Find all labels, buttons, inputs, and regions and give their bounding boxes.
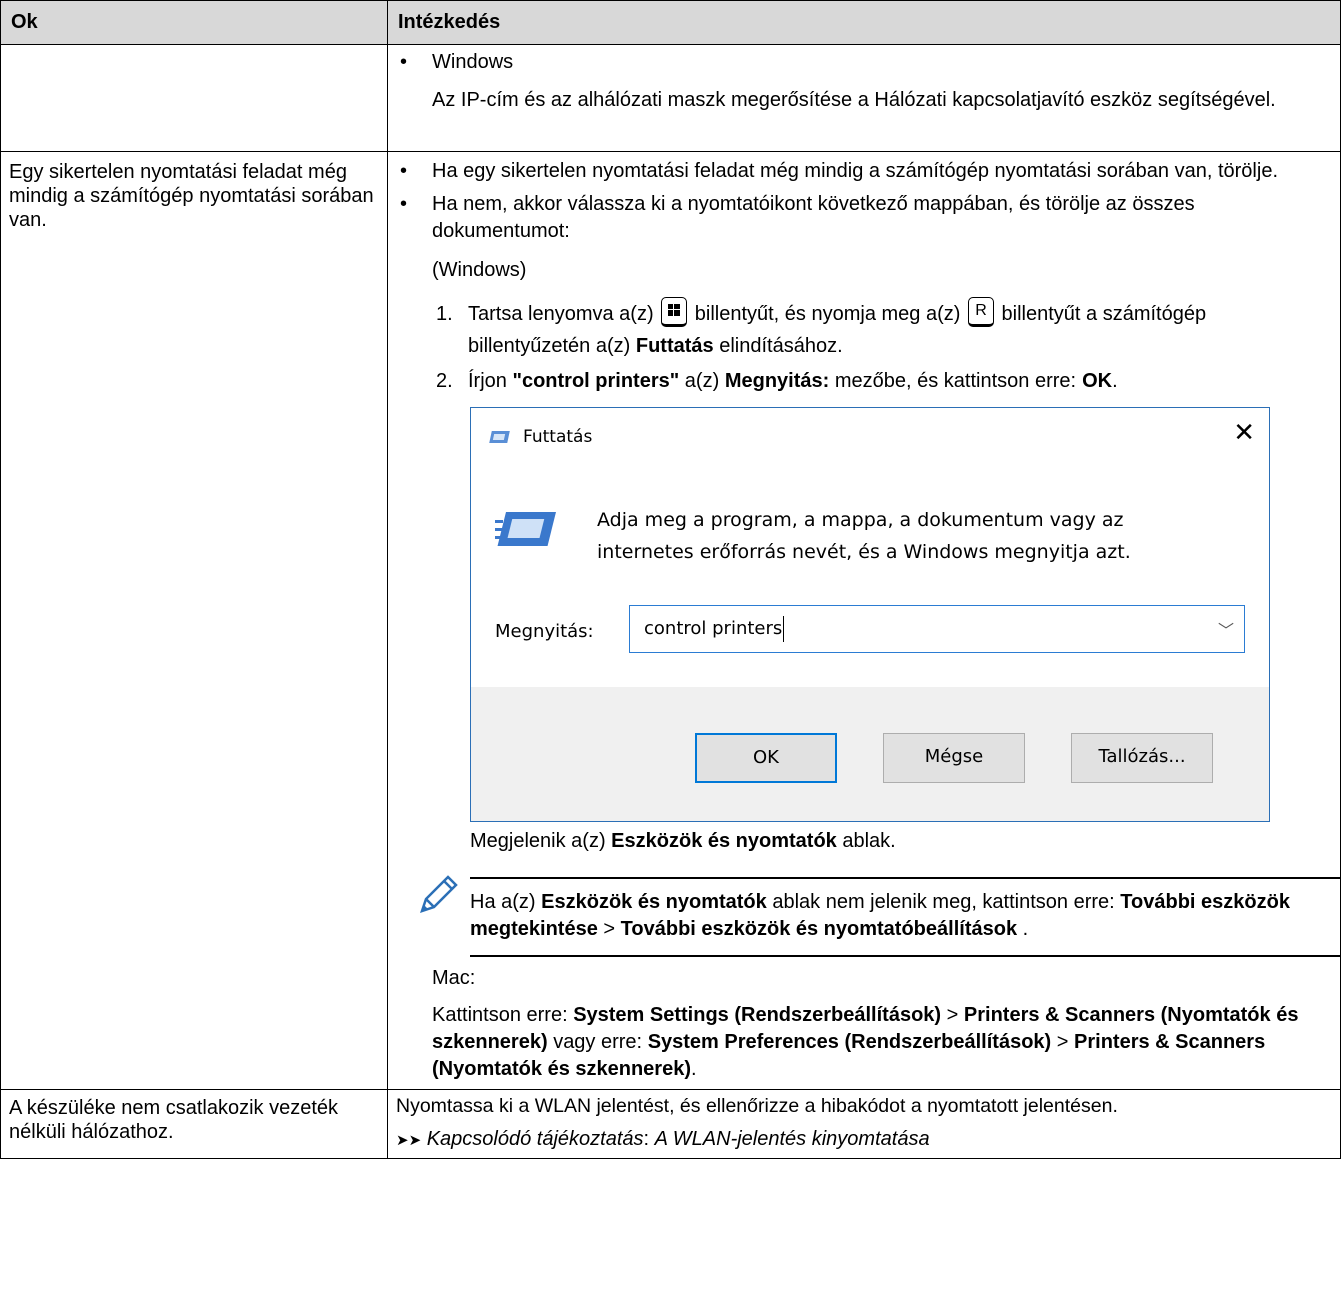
table-row: A készüléke nem csatlakozik vezeték nélk… xyxy=(0,1089,1341,1159)
related-info: ➤➤ Kapcsolódó tájékoztatás: A WLAN-jelen… xyxy=(396,1126,1340,1154)
step-1-number: 1. xyxy=(436,303,453,325)
table-row: Egy sikertelen nyomtatási feladat még mi… xyxy=(0,151,1341,1090)
note-bold-1: Eszközök és nyomtatók xyxy=(541,891,767,913)
dialog-message: Adja meg a program, a mappa, a dokumentu… xyxy=(597,504,1131,568)
windows-label: (Windows) xyxy=(432,259,527,281)
mac-label: Mac: xyxy=(432,967,476,989)
run-dialog-screenshot: Futtatás ✕ Adja meg a program, a mappa, … xyxy=(470,407,1270,822)
step-2-bold-3: OK xyxy=(1082,370,1113,392)
dialog-message-line-1: Adja meg a program, a mappa, a dokumentu… xyxy=(597,509,1124,531)
step-1-text-a: Tartsa lenyomva a(z) xyxy=(468,303,654,325)
mac-sep-2: > xyxy=(1056,1031,1069,1053)
row3-action: Nyomtassa ki a WLAN jelentést, és ellenő… xyxy=(387,1089,1341,1159)
note-bottom-line xyxy=(470,955,1340,957)
step-2-number: 2. xyxy=(436,370,453,392)
row1-cause xyxy=(0,44,388,152)
mac-end: . xyxy=(690,1058,697,1080)
ok-button[interactable]: OK xyxy=(695,733,837,783)
run-large-icon xyxy=(495,512,557,546)
related-info-arrows-icon: ➤➤ xyxy=(396,1132,422,1149)
mac-bold-3: System Preferences (Rendszerbeállítások) xyxy=(647,1031,1052,1053)
after-dialog-bold: Eszközök és nyomtatók xyxy=(611,830,837,852)
troubleshooting-table: Ok Intézkedés Windows Az IP-cím és az al… xyxy=(0,0,1341,1159)
note-b: ablak nem jelenik meg, kattintson erre: xyxy=(772,891,1115,913)
note-end: . xyxy=(1022,918,1029,940)
pencil-icon xyxy=(420,875,458,913)
row2-action: Ha egy sikertelen nyomtatási feladat még… xyxy=(387,151,1341,1090)
step-1-text-b: billentyűt, és nyomja meg a(z) xyxy=(694,303,961,325)
mac-text: Kattintson erre: System Settings (Rendsz… xyxy=(398,1002,1330,1083)
step-2-text-a: Írjon xyxy=(468,370,507,392)
step-1: 1. Tartsa lenyomva a(z) billentyűt, és n… xyxy=(398,296,1330,362)
step-2-bold-1: "control printers" xyxy=(512,370,680,392)
bullet-2: Ha nem, akkor válassza ki a nyomtatóikon… xyxy=(398,191,1330,245)
bullet-windows: Windows xyxy=(398,49,1330,76)
dialog-message-line-2: internetes erőforrás nevét, és a Windows… xyxy=(597,541,1131,563)
open-label: Megnyitás: xyxy=(495,621,594,642)
windows-key-icon xyxy=(661,296,688,327)
related-info-label: Kapcsolódó tájékoztatás xyxy=(426,1128,644,1150)
after-dialog-b: ablak. xyxy=(842,830,896,852)
note-box: Ha a(z) Eszközök és nyomtatók ablak nem … xyxy=(418,875,1340,957)
mac-bold-1: System Settings (Rendszerbeállítások) xyxy=(573,1004,942,1026)
open-input[interactable]: control printers ﹀ xyxy=(629,605,1245,653)
row3-text: Nyomtassa ki a WLAN jelentést, és ellenő… xyxy=(396,1095,1118,1117)
note-a: Ha a(z) xyxy=(470,891,536,913)
bullet-1: Ha egy sikertelen nyomtatási feladat még… xyxy=(398,158,1330,185)
r-key-icon: R xyxy=(967,296,994,327)
mac-sep-1: > xyxy=(946,1004,959,1026)
cancel-button[interactable]: Mégse xyxy=(883,733,1025,783)
row2-cause: Egy sikertelen nyomtatási feladat még mi… xyxy=(0,151,388,1090)
step-2-text-c: mezőbe, és kattintson erre: xyxy=(834,370,1077,392)
table-header-row: Ok Intézkedés xyxy=(0,0,1341,45)
mac-b: vagy erre: xyxy=(553,1031,643,1053)
after-dialog-text: Megjelenik a(z) Eszközök és nyomtatók ab… xyxy=(398,828,1330,855)
note-top-line xyxy=(470,877,1340,879)
header-reason: Ok xyxy=(0,0,388,45)
dialog-title: Futtatás xyxy=(523,427,593,447)
related-info-link[interactable]: A WLAN-jelentés kinyomtatása xyxy=(655,1128,930,1150)
related-info-sep: : xyxy=(643,1128,650,1150)
step-2: 2. Írjon "control printers" a(z) Megnyit… xyxy=(398,368,1330,395)
run-icon xyxy=(489,431,510,443)
close-icon[interactable]: ✕ xyxy=(1233,418,1255,448)
mac-a: Kattintson erre: xyxy=(432,1004,568,1026)
row1-action: Windows Az IP-cím és az alhálózati maszk… xyxy=(387,44,1341,152)
step-2-text-b: a(z) xyxy=(684,370,720,392)
step-1-text-d: elindításához. xyxy=(719,335,843,357)
row3-cause: A készüléke nem csatlakozik vezeték nélk… xyxy=(0,1089,388,1159)
browse-button[interactable]: Tallózás... xyxy=(1071,733,1213,783)
open-input-value: control printers xyxy=(644,616,785,642)
after-dialog-a: Megjelenik a(z) xyxy=(470,830,606,852)
header-action: Intézkedés xyxy=(387,0,1341,45)
note-sep: > xyxy=(603,918,616,940)
note-bold-3: További eszközök és nyomtatóbeállítások xyxy=(620,918,1018,940)
step-2-text-d: . xyxy=(1112,370,1118,392)
table-row: Windows Az IP-cím és az alhálózati maszk… xyxy=(0,44,1341,152)
chevron-down-icon[interactable]: ﹀ xyxy=(1218,617,1234,644)
row1-text: Az IP-cím és az alhálózati maszk megerős… xyxy=(432,89,1276,111)
step-1-bold: Futtatás xyxy=(635,335,714,357)
step-2-bold-2: Megnyitás: xyxy=(724,370,830,392)
